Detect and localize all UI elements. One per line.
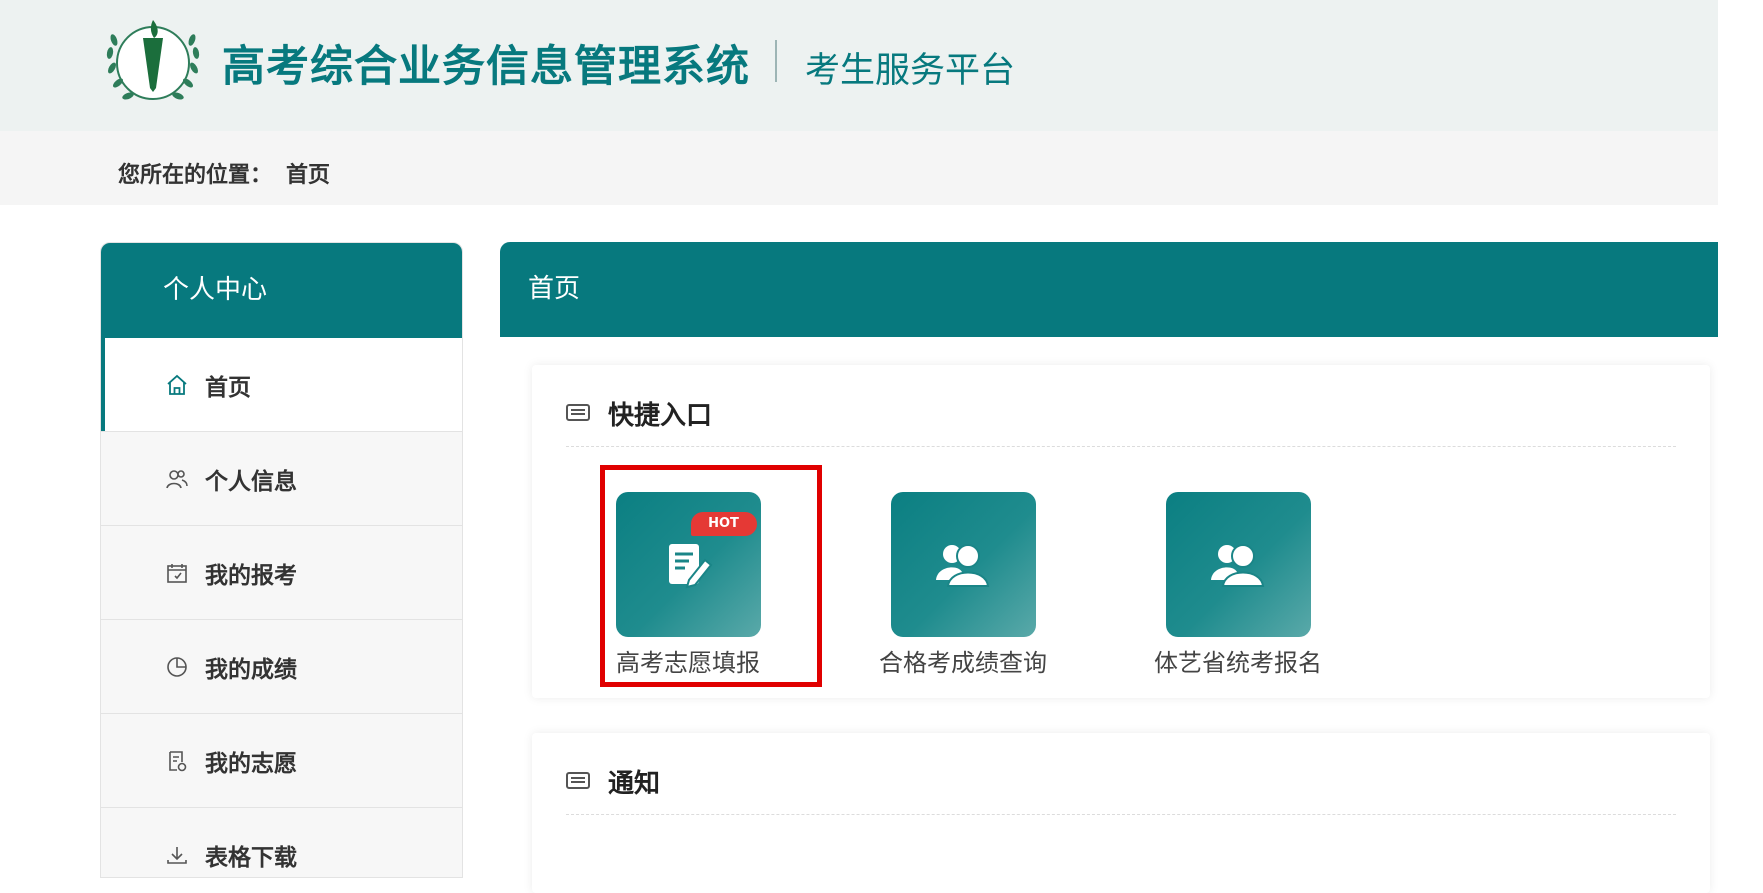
sidebar-item-volunteer[interactable]: 我的志愿 [101,714,462,808]
quick-entry-title: 快捷入口 [566,395,712,432]
sidebar-item-label: 我的报考 [205,562,297,589]
users-icon [936,543,990,587]
download-icon [165,843,189,867]
breadcrumb-bar: 您所在的位置： 首页 [0,131,1718,205]
title-divider [775,40,777,82]
highlight-box [600,465,822,687]
home-icon [165,373,189,397]
notice-title: 通知 [566,763,660,800]
sidebar-item-download[interactable]: 表格下载 [101,808,462,877]
sidebar-item-label: 首页 [205,374,251,401]
people-icon [165,467,189,491]
pie-chart-icon [165,655,189,679]
entry-qualification-score[interactable]: 合格考成绩查询 [873,492,1053,678]
calendar-check-icon [165,561,189,585]
breadcrumb-current[interactable]: 首页 [286,163,330,188]
entry-sports-art-registration[interactable]: 体艺省统考报名 [1148,492,1328,678]
laurel-logo-icon[interactable] [98,8,208,118]
sidebar-item-home[interactable]: 首页 [101,338,462,432]
site-title: 高考综合业务信息管理系统 [222,42,750,92]
sidebar-item-profile[interactable]: 个人信息 [101,432,462,526]
main-heading: 首页 [500,242,1718,337]
entry-label[interactable]: 合格考成绩查询 [873,643,1053,678]
sidebar-item-label: 我的志愿 [205,750,297,777]
sidebar-heading: 个人中心 [101,243,462,338]
notice-card: 通知 [532,733,1710,893]
message-icon [566,403,590,421]
entry-tile[interactable] [1165,492,1311,637]
notice-title-text: 通知 [608,769,661,799]
sidebar-item-label: 表格下载 [205,844,297,871]
sidebar-item-registration[interactable]: 我的报考 [101,526,462,620]
sidebar-item-label: 我的成绩 [205,656,297,683]
entry-tile[interactable] [890,492,1036,637]
sidebar-item-scores[interactable]: 我的成绩 [101,620,462,714]
breadcrumb: 您所在的位置： 首页 [118,157,330,189]
header: 高考综合业务信息管理系统 考生服务平台 [0,0,1718,131]
document-icon [165,749,189,773]
users-icon [1211,543,1265,587]
message-icon [566,771,590,789]
sidebar-item-label: 个人信息 [205,468,297,495]
sidebar: 个人中心 首页 个人信息 我的报考 我的成绩 我的志愿 表格下载 [100,242,463,878]
divider [566,814,1676,815]
site-subtitle: 考生服务平台 [805,51,1016,91]
divider [566,446,1676,447]
quick-entry-title-text: 快捷入口 [608,401,713,431]
breadcrumb-prefix: 您所在的位置： [118,163,273,188]
entry-label[interactable]: 体艺省统考报名 [1148,643,1328,678]
